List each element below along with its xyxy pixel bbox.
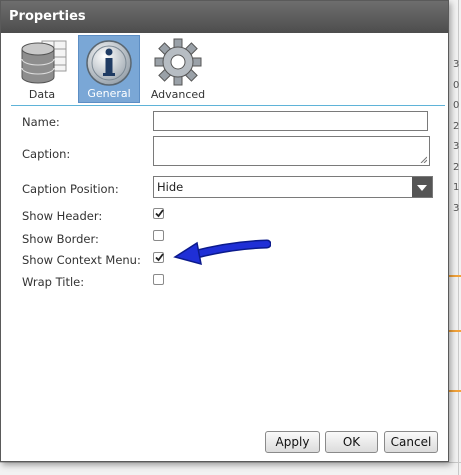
show-header-label: Show Header: bbox=[22, 209, 103, 223]
checkmark-icon bbox=[155, 253, 164, 262]
database-icon bbox=[11, 37, 73, 87]
background-accent-line bbox=[449, 275, 461, 277]
resize-grip-icon[interactable] bbox=[419, 155, 427, 163]
background-accent-line bbox=[449, 330, 461, 332]
show-context-menu-label: Show Context Menu: bbox=[22, 253, 141, 267]
tab-data-label: Data bbox=[28, 88, 56, 101]
show-header-checkbox[interactable] bbox=[153, 208, 164, 219]
checkmark-icon bbox=[155, 209, 164, 218]
tab-data[interactable]: Data bbox=[11, 35, 73, 103]
caption-position-select[interactable]: Hide bbox=[153, 176, 433, 198]
wrap-title-checkbox[interactable] bbox=[153, 274, 164, 285]
gear-icon bbox=[145, 37, 211, 87]
cancel-button[interactable]: Cancel bbox=[384, 431, 438, 453]
dialog-title[interactable]: Properties bbox=[1, 1, 448, 33]
show-border-checkbox[interactable] bbox=[153, 230, 164, 241]
info-icon bbox=[79, 38, 139, 88]
background-column-values: 3 0 0 2 3 2 1 3 bbox=[453, 59, 460, 214]
caption-textarea[interactable] bbox=[153, 136, 430, 166]
chevron-down-icon[interactable] bbox=[412, 177, 432, 197]
caption-position-value: Hide bbox=[157, 180, 184, 194]
name-input[interactable] bbox=[153, 111, 428, 131]
apply-button[interactable]: Apply bbox=[265, 431, 320, 453]
tab-general[interactable]: General bbox=[78, 35, 140, 103]
wrap-title-label: Wrap Title: bbox=[22, 275, 85, 289]
tab-general-label: General bbox=[87, 87, 131, 100]
tab-advanced[interactable]: Advanced bbox=[145, 35, 211, 103]
background-accent-line bbox=[449, 390, 461, 392]
toolbar-separator bbox=[11, 105, 445, 106]
annotation-arrow-icon bbox=[173, 239, 271, 266]
tab-advanced-label: Advanced bbox=[150, 88, 206, 101]
show-context-menu-checkbox[interactable] bbox=[153, 252, 164, 263]
name-label: Name: bbox=[22, 115, 60, 129]
properties-dialog: Properties Data General Advanced Name: C… bbox=[0, 0, 449, 462]
ok-button[interactable]: OK bbox=[325, 431, 378, 453]
properties-toolbar: Data General Advanced bbox=[11, 33, 447, 105]
background-grid-line bbox=[0, 462, 461, 463]
caption-position-label: Caption Position: bbox=[22, 182, 119, 196]
show-border-label: Show Border: bbox=[22, 232, 99, 246]
caption-label: Caption: bbox=[22, 147, 71, 161]
